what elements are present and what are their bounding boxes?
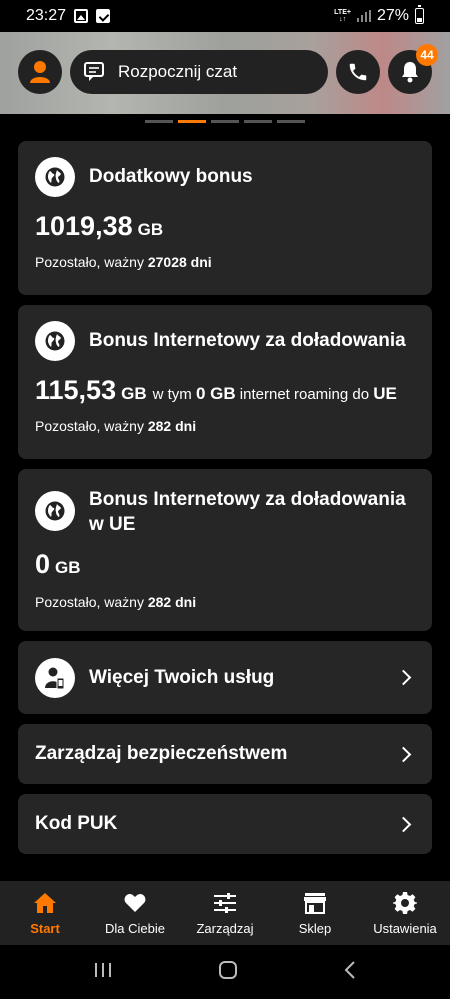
back-chevron-icon: [344, 960, 356, 979]
bottom-navigation: Start Dla Ciebie Zarządzaj Sklep Ustawie…: [0, 881, 450, 945]
user-device-icon: [35, 657, 75, 698]
bonus-card-topup[interactable]: Bonus Internetowy za doładowania 115,53 …: [18, 305, 432, 459]
notifications-button[interactable]: 44: [388, 44, 438, 94]
signal-icon: [356, 10, 371, 22]
carousel-dot[interactable]: [277, 120, 305, 123]
call-button[interactable]: [336, 50, 380, 94]
user-icon: [30, 61, 50, 83]
card-title: Bonus Internetowy za doładowania: [89, 330, 406, 351]
validity-text: Pozostało, ważny 282 dni: [35, 418, 197, 434]
notification-badge: 44: [416, 44, 438, 66]
home-icon: [32, 891, 58, 915]
carousel-indicator: [145, 120, 305, 123]
validity-days: 282 dni: [147, 594, 197, 610]
globe-icon: [35, 491, 75, 531]
validity-text: Pozostało, ważny 27028 dni: [35, 254, 212, 270]
globe-icon: [35, 321, 75, 361]
status-bar: 23:27 LTE+ ↓↑ 27%: [0, 0, 450, 32]
chevron-right-icon: [395, 816, 412, 832]
data-unit: GB: [121, 384, 147, 403]
app-header: Rozpocznij czat 44: [18, 44, 438, 94]
network-type-icon: LTE+ ↓↑: [334, 9, 351, 23]
roaming-info: w tym 0 GB internet roaming do UE: [152, 384, 397, 403]
security-link[interactable]: Zarządzaj bezpieczeństwem: [18, 724, 432, 784]
home-system-button[interactable]: [218, 960, 238, 985]
data-amount: 0: [35, 549, 51, 579]
bonus-card-additional[interactable]: Dodatkowy bonus 1019,38 GB Pozostało, wa…: [18, 141, 432, 295]
data-unit: GB: [137, 220, 164, 239]
battery-percent: 27%: [376, 7, 409, 24]
system-navigation-bar: [0, 945, 450, 999]
nav-for-you[interactable]: Dla Ciebie: [90, 881, 180, 945]
back-button[interactable]: [343, 960, 357, 985]
card-title: Bonus Internetowy za doładowania w UE: [89, 489, 406, 535]
nav-start-label: Start: [30, 921, 60, 936]
puk-code-link[interactable]: Kod PUK: [18, 794, 432, 854]
security-label: Zarządzaj bezpieczeństwem: [35, 743, 288, 764]
more-services-label: Więcej Twoich usług: [89, 666, 275, 688]
nav-for-you-label: Dla Ciebie: [105, 921, 165, 936]
globe-icon: [35, 157, 75, 197]
nav-manage[interactable]: Zarządzaj: [180, 881, 270, 945]
data-unit: GB: [55, 558, 81, 577]
checkbox-notification-icon: [96, 9, 111, 23]
bonus-card-eu[interactable]: Bonus Internetowy za doładowania w UE 0 …: [18, 469, 432, 631]
nav-settings[interactable]: Ustawienia: [360, 881, 450, 945]
recent-apps-icon: [94, 962, 111, 977]
nav-settings-label: Ustawienia: [373, 921, 437, 936]
carousel-dot-active[interactable]: [178, 120, 206, 123]
data-amount: 1019,38: [35, 211, 133, 241]
battery-icon: [415, 5, 424, 24]
bell-icon: [402, 62, 418, 83]
sliders-icon: [212, 891, 238, 915]
validity-days: 27028 dni: [147, 254, 212, 270]
carousel-dot[interactable]: [211, 120, 239, 123]
nav-start[interactable]: Start: [0, 881, 90, 945]
data-amount: 115,53: [35, 375, 117, 405]
carousel-dot[interactable]: [244, 120, 272, 123]
phone-icon: [349, 63, 367, 81]
heart-icon: [122, 891, 148, 915]
nav-shop-label: Sklep: [298, 921, 332, 936]
nav-shop[interactable]: Sklep: [270, 881, 360, 945]
recent-apps-button[interactable]: [93, 961, 113, 984]
chevron-right-icon: [395, 746, 412, 762]
chat-icon: [84, 62, 104, 81]
profile-button[interactable]: [18, 50, 62, 94]
gallery-notification-icon: [74, 9, 89, 23]
chevron-right-icon: [395, 669, 412, 686]
gear-icon: [392, 891, 418, 915]
nav-manage-label: Zarządzaj: [196, 921, 254, 936]
store-icon: [302, 891, 328, 915]
home-square-icon: [218, 960, 237, 979]
chat-button[interactable]: Rozpocznij czat: [70, 50, 328, 94]
validity-text: Pozostało, ważny 282 dni: [35, 594, 197, 610]
validity-days: 282 dni: [147, 418, 197, 434]
status-time: 23:27: [26, 7, 67, 24]
chat-label: Rozpocznij czat: [118, 62, 238, 81]
carousel-dot[interactable]: [145, 120, 173, 123]
card-title: Dodatkowy bonus: [89, 166, 253, 187]
puk-label: Kod PUK: [35, 813, 118, 834]
more-services-link[interactable]: Więcej Twoich usług: [18, 641, 432, 714]
